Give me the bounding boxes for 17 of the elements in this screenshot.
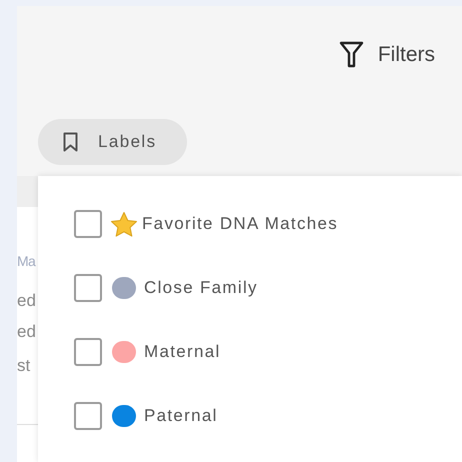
list-text: ed — [17, 321, 36, 342]
filters-button[interactable]: Filters — [338, 39, 435, 71]
checkbox[interactable] — [74, 274, 102, 302]
label-option[interactable]: Paternal — [144, 403, 218, 429]
checkbox[interactable] — [74, 338, 102, 366]
checkbox[interactable] — [74, 402, 102, 430]
filter-icon — [338, 41, 364, 69]
list-text: ed — [17, 290, 36, 311]
label-option[interactable]: Close Family — [144, 275, 258, 301]
label-option[interactable]: Favorite DNA Matches — [142, 211, 338, 237]
list-text: st — [17, 355, 30, 376]
star-icon — [110, 210, 138, 238]
label-option[interactable]: Maternal — [144, 339, 221, 365]
bookmark-icon — [63, 132, 78, 152]
checkbox[interactable] — [74, 210, 102, 238]
labels-button[interactable]: Labels — [38, 119, 187, 165]
list-text: Ma — [17, 252, 36, 271]
